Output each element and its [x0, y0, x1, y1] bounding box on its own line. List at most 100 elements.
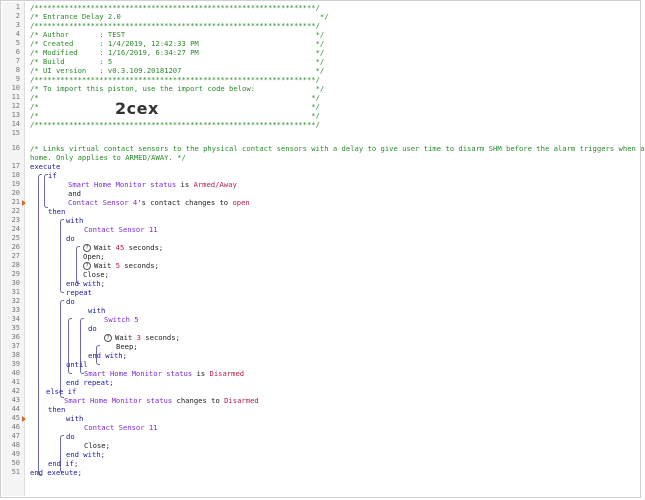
- elif-device: Smart Home Monitor status: [64, 396, 173, 405]
- code-line: /***************************************…: [30, 3, 320, 12]
- line-number: 11: [11, 93, 20, 101]
- kw-with: with: [66, 414, 84, 423]
- line-number: 45: [11, 414, 20, 422]
- line-number: 40: [11, 369, 20, 377]
- cond2-operator: 's contact changes to: [137, 198, 233, 207]
- line-number: 19: [11, 180, 20, 188]
- line-number: 34: [11, 315, 20, 323]
- wait-suffix: seconds;: [124, 243, 164, 252]
- line-number: 49: [11, 450, 20, 458]
- close-command[interactable]: Close;: [83, 270, 109, 279]
- elif-value: Disarmed: [224, 396, 259, 405]
- line-number: 41: [11, 378, 20, 386]
- else-if-condition[interactable]: Smart Home Monitor status changes to Dis…: [64, 396, 259, 405]
- kw-then: then: [48, 405, 66, 414]
- beep-command[interactable]: Beep;: [116, 342, 138, 351]
- kw-with: with: [66, 216, 84, 225]
- line-number: 30: [11, 279, 20, 287]
- line-number: 38: [11, 351, 20, 359]
- until-operator: is: [192, 369, 210, 378]
- line-number: 35: [11, 324, 20, 332]
- kw-end-execute: end execute;: [30, 468, 82, 477]
- line-number: 51: [11, 468, 20, 476]
- line-number: 36: [11, 333, 20, 341]
- code-line: /* Entrance Delay 2.0 */: [30, 12, 329, 21]
- kw-and: and: [68, 189, 81, 198]
- code-line: /***************************************…: [30, 120, 320, 129]
- code-line: /* Build : 5 */: [30, 57, 325, 66]
- until-condition[interactable]: Smart Home Monitor status is Disarmed: [84, 369, 244, 378]
- line-number: 47: [11, 432, 20, 440]
- line-number: 43: [11, 396, 20, 404]
- kw-end-if: end if;: [48, 459, 79, 468]
- kw-with: with: [88, 306, 106, 315]
- line-number: 10: [11, 84, 20, 92]
- until-value: Disarmed: [209, 369, 245, 378]
- wait-5-statement[interactable]: ? Wait 5 seconds;: [83, 261, 159, 270]
- condition-1[interactable]: Smart Home Monitor status is Armed/Away: [68, 180, 237, 189]
- help-icon: ?: [83, 244, 91, 252]
- line-number: 18: [11, 171, 20, 179]
- code-line: /* */: [30, 93, 320, 102]
- line-number: 24: [11, 225, 20, 233]
- wait-suffix: seconds;: [140, 333, 180, 342]
- kw-do: do: [88, 324, 97, 333]
- line-number: 31: [11, 288, 20, 296]
- code-line: /* */: [30, 111, 320, 120]
- line-number: 26: [11, 243, 20, 251]
- description-comment-cont: home. Only applies to ARMED/AWAY. */: [30, 153, 186, 162]
- kw-execute: execute: [30, 162, 61, 171]
- elif-operator: changes to: [172, 396, 225, 405]
- line-number: 8: [15, 66, 20, 74]
- wait-45-statement[interactable]: ? Wait 45 seconds;: [83, 243, 163, 252]
- cond1-operator: is: [176, 180, 194, 189]
- line-number: 37: [11, 342, 20, 350]
- line-number: 46: [11, 423, 20, 431]
- kw-then: then: [48, 207, 66, 216]
- code-line: /***************************************…: [30, 75, 320, 84]
- line-number: 5: [15, 39, 20, 47]
- wait-label: Wait: [94, 243, 116, 252]
- line-number: 14: [11, 120, 20, 128]
- close-command[interactable]: Close;: [84, 441, 110, 450]
- code-line: /* Modified : 1/16/2019, 6:34:27 PM */: [30, 48, 325, 57]
- device-contact-sensor-11[interactable]: Contact Sensor 11: [84, 225, 158, 234]
- condition-2[interactable]: Contact Sensor 4's contact changes to op…: [68, 198, 250, 207]
- open-command[interactable]: Open;: [83, 252, 105, 261]
- help-icon: ?: [104, 334, 112, 342]
- if-block-bracket: [38, 174, 42, 476]
- repeat-block-bracket: [60, 300, 64, 398]
- line-number: 29: [11, 270, 20, 278]
- line-number: 4: [15, 30, 20, 38]
- wait-suffix: seconds;: [119, 261, 159, 270]
- kw-do: do: [66, 234, 75, 243]
- until-device: Smart Home Monitor status: [84, 369, 193, 378]
- cond2-device: Contact Sensor 4: [68, 198, 138, 207]
- line-number: 2: [15, 12, 20, 20]
- line-number: 50: [11, 459, 20, 467]
- cond2-value: open: [232, 198, 250, 207]
- kw-end-with: end with;: [88, 351, 127, 360]
- line-number: 39: [11, 360, 20, 368]
- device-switch-5[interactable]: Switch 5: [104, 315, 139, 324]
- wait-3-statement[interactable]: ? Wait 3 seconds;: [104, 333, 180, 342]
- code-line: /* */: [30, 102, 320, 111]
- trigger-icon: [22, 416, 27, 423]
- kw-until: until: [66, 360, 88, 369]
- line-number: 6: [15, 48, 20, 56]
- line-number: 21: [11, 198, 20, 206]
- kw-end-with: end with;: [66, 450, 105, 459]
- kw-if: if: [48, 171, 57, 180]
- cond1-device: Smart Home Monitor status: [68, 180, 177, 189]
- line-number: 15: [11, 129, 20, 137]
- cond1-value: Armed/Away: [193, 180, 237, 189]
- kw-end-with: end with;: [66, 279, 105, 288]
- import-code: 2cex: [115, 99, 159, 118]
- line-number: 17: [11, 162, 20, 170]
- help-icon: ?: [83, 262, 91, 270]
- code-line: /* UI version : v0.3.109.20181207 */: [30, 66, 325, 75]
- device-contact-sensor-11[interactable]: Contact Sensor 11: [84, 423, 158, 432]
- wait-value: 45: [115, 243, 125, 252]
- code-line: /* To import this piston, use the import…: [30, 84, 325, 93]
- line-number: 1: [15, 3, 20, 11]
